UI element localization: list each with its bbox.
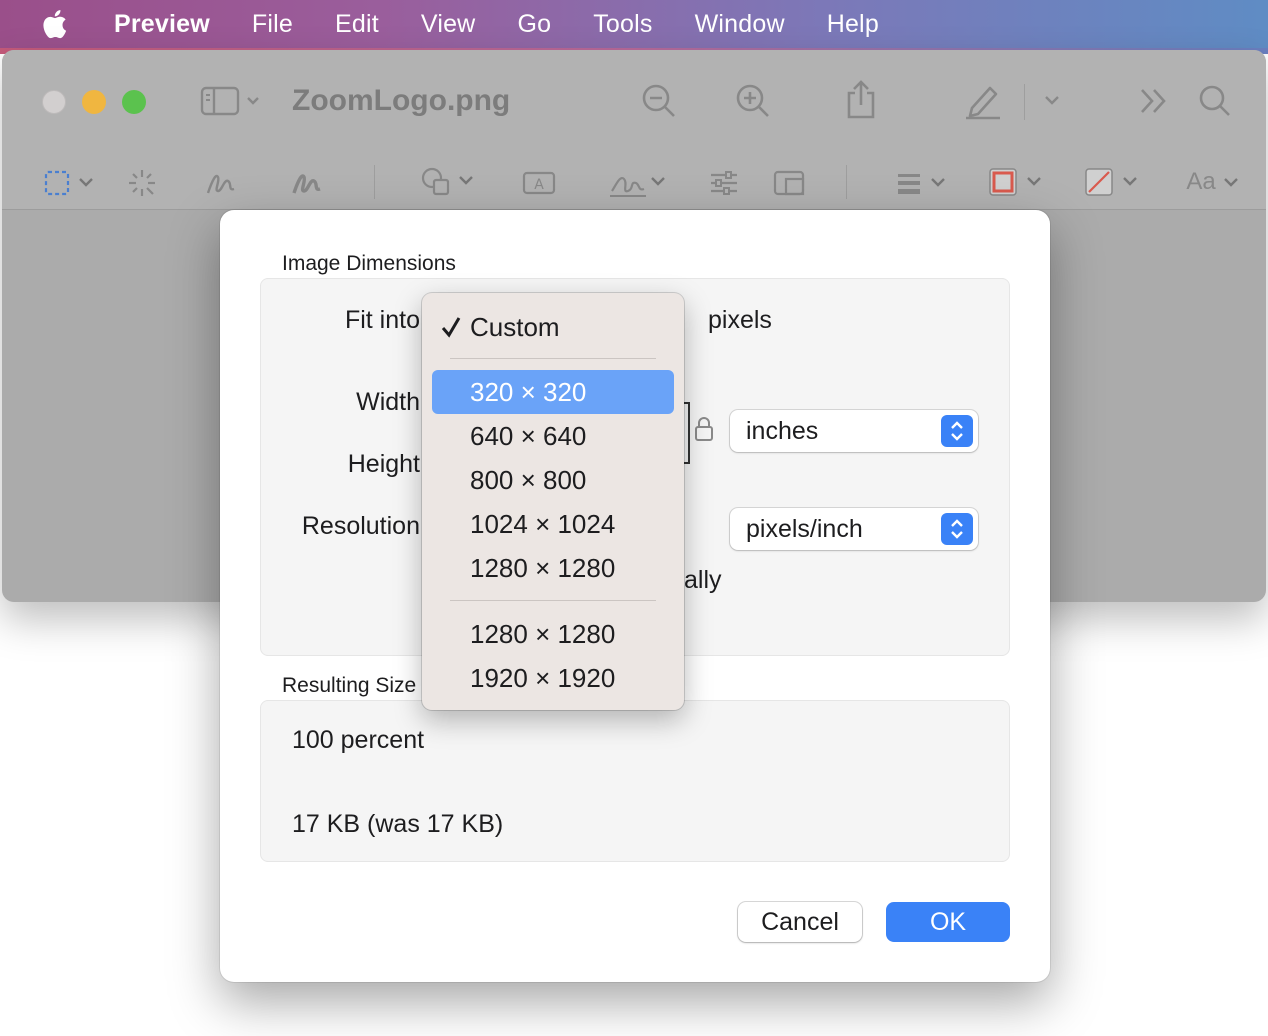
document-title: ZoomLogo.png [292, 84, 511, 117]
title-bar: ZoomLogo.png A Aa [2, 50, 1266, 210]
menu-item-1920[interactable]: 1920 × 1920 [432, 656, 674, 700]
menu-go[interactable]: Go [517, 10, 551, 39]
resample-checkbox-label: ally [684, 566, 722, 594]
menu-item-1280[interactable]: 1280 × 1280 [432, 546, 674, 590]
width-label: Width [356, 388, 420, 416]
toolbar-separator [846, 165, 847, 199]
menu-file[interactable]: File [252, 10, 293, 39]
chevron-down-icon [1223, 178, 1238, 187]
toolbar-separator [374, 165, 375, 199]
shapes-icon[interactable] [420, 165, 478, 199]
instant-alpha-icon[interactable] [126, 167, 158, 199]
resolution-unit-popup[interactable]: pixels/inch [730, 508, 978, 550]
line-style-icon[interactable] [894, 167, 952, 199]
fit-into-unit: pixels [708, 306, 772, 334]
checkmark-icon [438, 313, 464, 348]
menu-edit[interactable]: Edit [335, 10, 379, 39]
menu-item-800[interactable]: 800 × 800 [432, 458, 674, 502]
menu-bar: Preview File Edit View Go Tools Window H… [0, 0, 1268, 48]
ok-button[interactable]: OK [886, 902, 1010, 942]
sidebar-toggle-button[interactable] [198, 84, 268, 118]
close-window-button[interactable] [42, 90, 66, 114]
text-style-button[interactable]: Aa [1184, 165, 1244, 199]
up-down-chevron-icon [941, 415, 973, 447]
resulting-file-size: 17 KB (was 17 KB) [292, 810, 504, 838]
menu-item-custom[interactable]: Custom [432, 305, 674, 349]
markup-toolbar: A Aa [2, 155, 1266, 210]
menu-item-label: Custom [470, 311, 560, 342]
menu-item-640[interactable]: 640 × 640 [432, 414, 674, 458]
markup-menu-chevron-icon[interactable] [1040, 90, 1064, 110]
signature-icon[interactable] [606, 165, 668, 201]
toolbar-separator [1024, 84, 1025, 120]
lock-icon[interactable] [694, 416, 714, 442]
menu-item-1024[interactable]: 1024 × 1024 [432, 502, 674, 546]
more-toolbar-items-icon[interactable] [1136, 84, 1172, 118]
menu-window[interactable]: Window [695, 10, 785, 39]
menu-item-1280-alt[interactable]: 1280 × 1280 [432, 612, 674, 656]
sketch-icon[interactable] [204, 167, 240, 199]
menu-preview[interactable]: Preview [114, 10, 210, 39]
text-box-icon[interactable]: A [522, 167, 556, 199]
zoom-in-icon[interactable] [734, 82, 772, 120]
height-label: Height [347, 450, 420, 478]
adjust-size-icon[interactable] [772, 167, 806, 199]
resulting-percent: 100 percent [292, 726, 425, 754]
fill-color-icon[interactable] [1082, 165, 1144, 199]
border-color-icon[interactable] [986, 165, 1048, 199]
menu-help[interactable]: Help [827, 10, 879, 39]
zoom-out-icon[interactable] [640, 82, 678, 120]
search-icon[interactable] [1196, 82, 1234, 120]
resolution-label: Resolution [301, 512, 420, 540]
text-style-label: Aa [1186, 168, 1216, 195]
menu-separator [450, 358, 656, 359]
share-icon[interactable] [842, 78, 880, 120]
apple-logo-icon[interactable] [42, 8, 70, 40]
adjust-color-icon[interactable] [708, 167, 740, 199]
resulting-size-heading: Resulting Size [282, 674, 417, 697]
menu-separator [450, 600, 656, 601]
cancel-button[interactable]: Cancel [738, 902, 862, 942]
menu-view[interactable]: View [421, 10, 476, 39]
up-down-chevron-icon [941, 513, 973, 545]
fit-into-dropdown-menu: Custom 320 × 320 640 × 640 800 × 800 102… [422, 293, 684, 710]
menu-tools[interactable]: Tools [593, 10, 652, 39]
size-unit-value: inches [746, 416, 819, 445]
resolution-unit-value: pixels/inch [746, 514, 863, 543]
zoom-window-button[interactable] [122, 90, 146, 114]
menu-item-320[interactable]: 320 × 320 [432, 370, 674, 414]
draw-icon[interactable] [290, 167, 326, 199]
image-dimensions-heading: Image Dimensions [282, 252, 456, 275]
rectangular-selection-icon[interactable] [42, 167, 100, 199]
fit-into-label: Fit into [344, 306, 420, 334]
svg-text:A: A [534, 177, 544, 193]
markup-pen-icon[interactable] [962, 80, 1004, 120]
minimize-window-button[interactable] [82, 90, 106, 114]
size-unit-popup[interactable]: inches [730, 410, 978, 452]
